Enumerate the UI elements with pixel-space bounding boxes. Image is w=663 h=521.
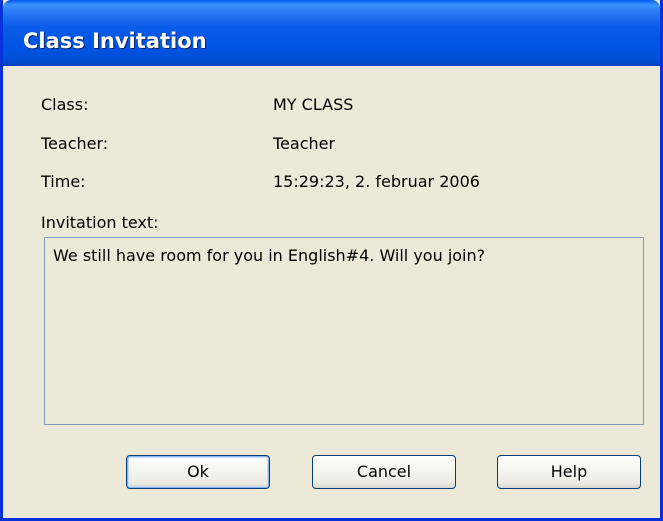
teacher-value: Teacher (273, 134, 336, 153)
cancel-button[interactable]: Cancel (312, 455, 456, 489)
title-bar[interactable]: Class Invitation (3, 0, 660, 66)
time-value: 15:29:23, 2. februar 2006 (273, 172, 480, 191)
invitation-text-box[interactable]: We still have room for you in English#4.… (44, 237, 644, 425)
ok-button[interactable]: Ok (126, 455, 270, 489)
class-invitation-dialog: Class Invitation Class: MY CLASS Teacher… (0, 0, 663, 521)
teacher-label: Teacher: (41, 134, 109, 153)
class-value: MY CLASS (273, 95, 354, 114)
dialog-title: Class Invitation (23, 29, 207, 53)
time-label: Time: (41, 172, 86, 191)
invitation-text-label: Invitation text: (41, 213, 159, 232)
invitation-text: We still have room for you in English#4.… (53, 246, 486, 265)
class-label: Class: (41, 95, 89, 114)
help-button[interactable]: Help (497, 455, 641, 489)
